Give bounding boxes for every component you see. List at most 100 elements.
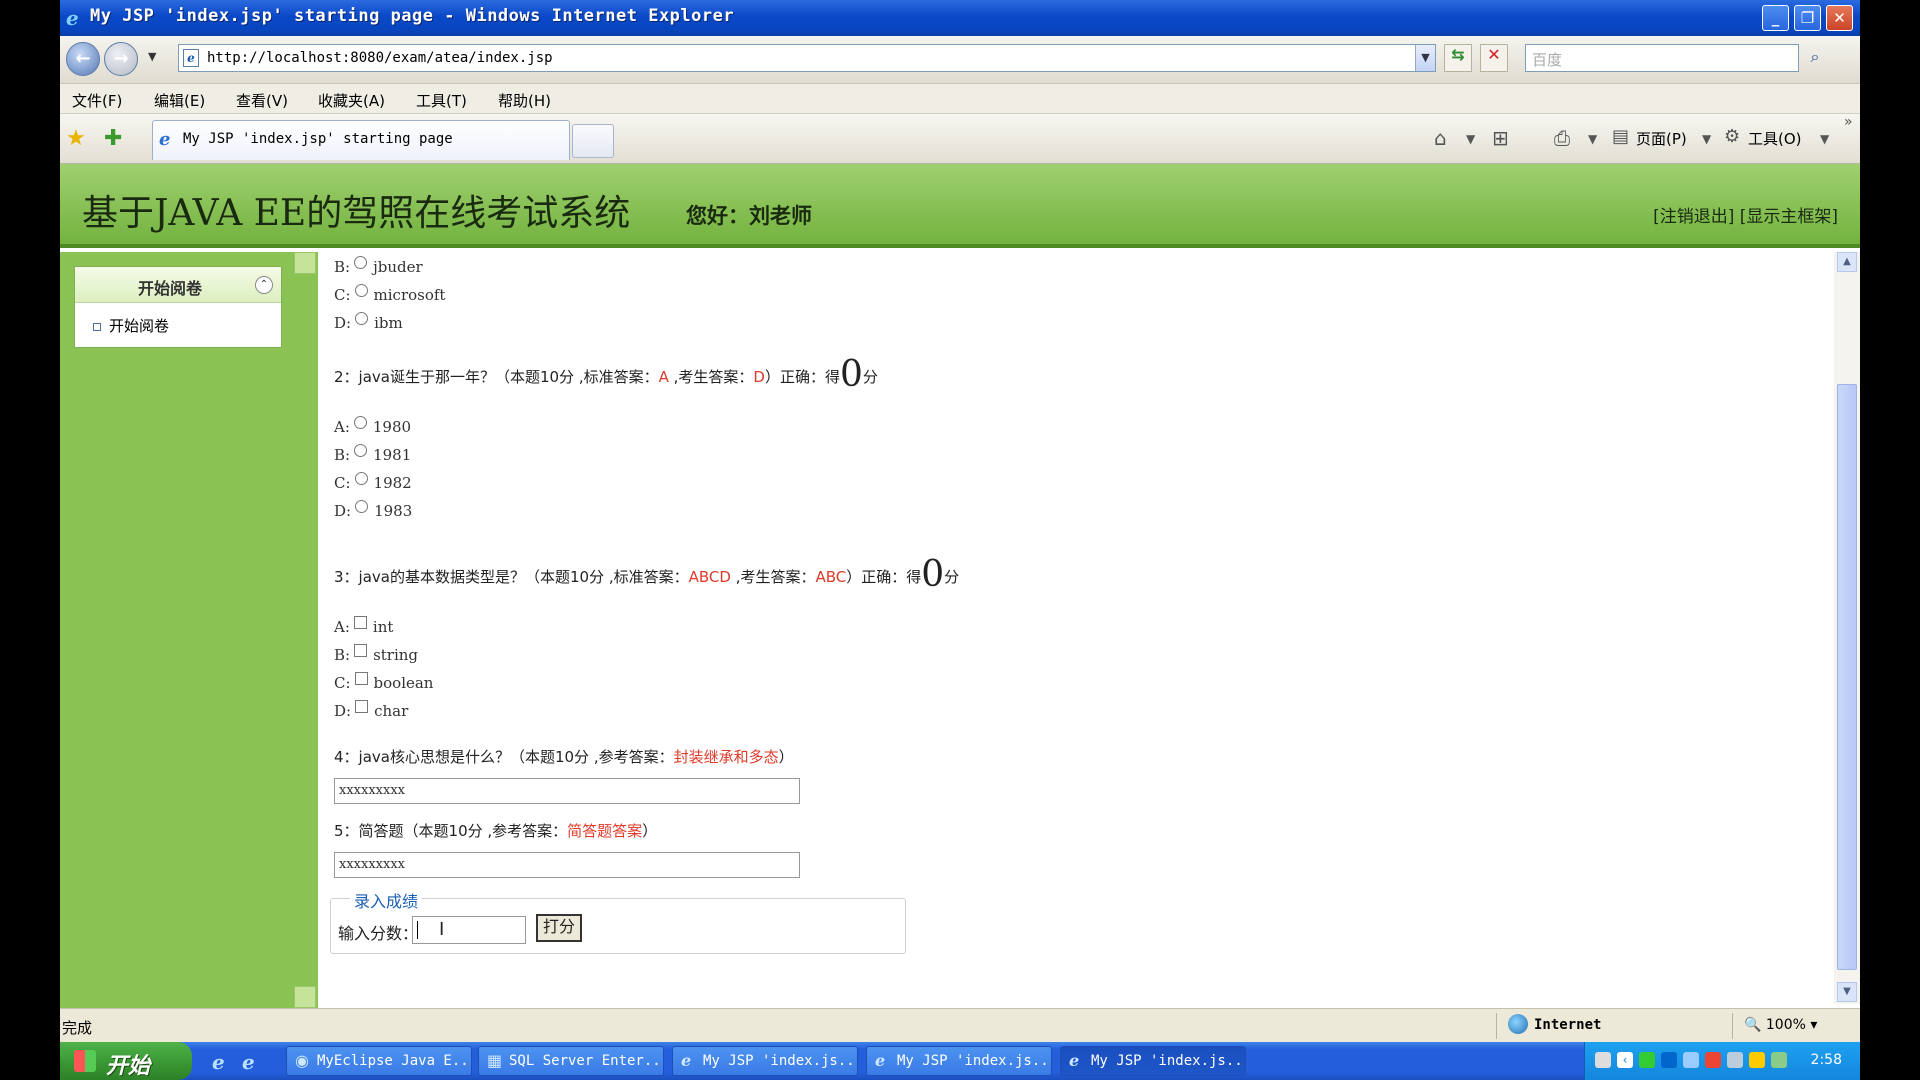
favorites-star-icon[interactable]: ★ xyxy=(66,126,86,151)
home-icon[interactable]: ⌂ xyxy=(1434,126,1447,150)
print-icon[interactable]: ⎙ xyxy=(1554,126,1570,150)
q1-option-c[interactable]: C: microsoft xyxy=(334,284,445,304)
q2-option-b[interactable]: B: 1981 xyxy=(334,444,411,464)
q3-option-b[interactable]: B: string xyxy=(334,644,418,664)
q1-option-d[interactable]: D: ibm xyxy=(334,312,403,332)
task-myeclipse[interactable]: ◉ MyEclipse Java E... xyxy=(286,1046,472,1076)
menu-help[interactable]: 帮助(H) xyxy=(498,90,551,111)
task-label: My JSP 'index.js... xyxy=(897,1053,1052,1069)
score-input[interactable]: I xyxy=(412,916,526,944)
frame-splitter[interactable] xyxy=(292,252,318,1008)
task-sqlserver[interactable]: ▦ SQL Server Enter... xyxy=(478,1046,664,1076)
address-dropdown-icon[interactable]: ▼ xyxy=(1415,45,1435,71)
option-letter: C: xyxy=(334,474,351,492)
option-text: string xyxy=(373,646,419,664)
search-icon[interactable]: ⌕ xyxy=(1800,44,1830,72)
radio-button[interactable] xyxy=(354,256,368,269)
maximize-button[interactable]: ❐ xyxy=(1794,5,1821,31)
zoom-level[interactable]: 🔍 100% ▾ xyxy=(1744,1017,1817,1033)
tray-app-icon[interactable] xyxy=(1683,1052,1699,1068)
tab-current[interactable]: e My JSP 'index.jsp' starting page xyxy=(152,120,570,160)
radio-button[interactable] xyxy=(355,312,369,325)
minimize-button[interactable]: _ xyxy=(1762,5,1789,31)
task-ie-1[interactable]: e My JSP 'index.js... xyxy=(672,1046,858,1076)
scroll-thumb[interactable] xyxy=(1837,384,1857,970)
bullet-icon xyxy=(93,322,101,331)
page-menu[interactable]: 页面(P) xyxy=(1636,128,1687,149)
menu-file[interactable]: 文件(F) xyxy=(72,90,122,111)
q2-option-c[interactable]: C: 1982 xyxy=(334,472,412,492)
q2-option-d[interactable]: D: 1983 xyxy=(334,500,412,520)
security-icon[interactable] xyxy=(1749,1052,1765,1068)
radio-button[interactable] xyxy=(355,500,369,513)
address-bar[interactable]: e http://localhost:8080/exam/atea/index.… xyxy=(178,44,1436,72)
radio-button[interactable] xyxy=(353,416,367,429)
volume-icon[interactable] xyxy=(1771,1052,1787,1068)
task-ie-2[interactable]: e My JSP 'index.js... xyxy=(866,1046,1052,1076)
tools-dropdown-icon[interactable]: ▼ xyxy=(1820,132,1829,146)
q1-option-b[interactable]: B: jbuder xyxy=(334,256,423,276)
quicklaunch-ie2-icon[interactable]: e xyxy=(242,1050,255,1074)
collapse-icon[interactable]: ⌃ xyxy=(255,276,273,294)
radio-button[interactable] xyxy=(354,444,368,457)
q3-option-c[interactable]: C: boolean xyxy=(334,672,433,692)
tray-expand-icon[interactable]: ‹ xyxy=(1617,1052,1633,1068)
menu-favorites[interactable]: 收藏夹(A) xyxy=(318,90,385,111)
splitter-bottom-handle[interactable] xyxy=(294,986,316,1008)
q4-answer-field[interactable]: xxxxxxxxx xyxy=(334,778,800,804)
tray-app-icon[interactable] xyxy=(1727,1052,1743,1068)
stop-icon[interactable]: ✕ xyxy=(1480,44,1508,72)
add-favorite-icon[interactable]: ✚ xyxy=(104,126,122,151)
checkbox[interactable] xyxy=(354,672,368,685)
menu-tools[interactable]: 工具(T) xyxy=(416,90,467,111)
grade-button[interactable]: 打分 xyxy=(536,914,582,942)
scroll-up-icon[interactable]: ▲ xyxy=(1837,252,1857,272)
menu-view[interactable]: 查看(V) xyxy=(236,90,288,111)
quicklaunch-ie-icon[interactable]: e xyxy=(212,1050,225,1074)
feeds-icon[interactable]: ⊞ xyxy=(1492,126,1509,150)
search-input[interactable]: 百度 xyxy=(1525,44,1799,72)
network-icon[interactable] xyxy=(1639,1052,1655,1068)
option-letter: B: xyxy=(334,646,351,664)
start-button[interactable]: 开始 xyxy=(60,1042,192,1080)
q3-option-a[interactable]: A: int xyxy=(334,616,393,636)
url-text[interactable]: http://localhost:8080/exam/atea/index.js… xyxy=(207,50,553,66)
home-dropdown-icon[interactable]: ▼ xyxy=(1466,132,1475,146)
radio-button[interactable] xyxy=(354,284,368,297)
option-text: microsoft xyxy=(373,286,446,304)
q5-answer-field[interactable]: xxxxxxxxx xyxy=(334,852,800,878)
scroll-down-icon[interactable]: ▼ xyxy=(1837,982,1857,1002)
forward-button[interactable]: → xyxy=(104,42,138,76)
system-tray: ‹ 2:58 xyxy=(1584,1042,1860,1080)
show-frame-link[interactable]: [显示主框架] xyxy=(1740,207,1838,227)
keyboard-icon[interactable] xyxy=(1595,1052,1611,1068)
new-tab-button[interactable] xyxy=(572,124,614,158)
sidebar-item-start-grading[interactable]: 开始阅卷 xyxy=(93,315,169,336)
chevron-more-icon[interactable]: » xyxy=(1844,114,1853,130)
q2-option-a[interactable]: A: 1980 xyxy=(334,416,411,436)
task-label: My JSP 'index.js... xyxy=(1091,1053,1246,1069)
back-button[interactable]: ← xyxy=(66,42,100,76)
splitter-top-handle[interactable] xyxy=(294,252,316,274)
checkbox[interactable] xyxy=(354,644,368,657)
task-ie-3[interactable]: e My JSP 'index.js... xyxy=(1060,1046,1246,1076)
logout-link[interactable]: [注销退出] xyxy=(1653,207,1734,227)
print-dropdown-icon[interactable]: ▼ xyxy=(1588,132,1597,146)
question-4: 4：java核心思想是什么？（本题10分 ,参考答案：封装继承和多态） xyxy=(334,746,794,767)
close-button[interactable]: ✕ xyxy=(1826,5,1853,31)
menu-edit[interactable]: 编辑(E) xyxy=(154,90,205,111)
status-text: 完成 xyxy=(62,1019,93,1037)
refresh-icon[interactable]: ⇆ xyxy=(1444,44,1472,72)
radio-button[interactable] xyxy=(354,472,368,485)
tools-menu[interactable]: 工具(O) xyxy=(1748,128,1802,149)
checkbox[interactable] xyxy=(355,700,369,713)
ime-icon[interactable] xyxy=(1705,1052,1721,1068)
tray-app-icon[interactable] xyxy=(1661,1052,1677,1068)
q4-prefix: 4：java核心思想是什么？（本题10分 ,参考答案： xyxy=(334,748,674,766)
option-text: 1980 xyxy=(372,418,412,436)
page-dropdown-icon[interactable]: ▼ xyxy=(1702,132,1711,146)
q3-option-d[interactable]: D: char xyxy=(334,700,408,720)
vertical-scrollbar[interactable]: ▲ ▼ xyxy=(1834,252,1860,1004)
checkbox[interactable] xyxy=(353,616,367,629)
history-dropdown-icon[interactable]: ▼ xyxy=(148,50,156,63)
